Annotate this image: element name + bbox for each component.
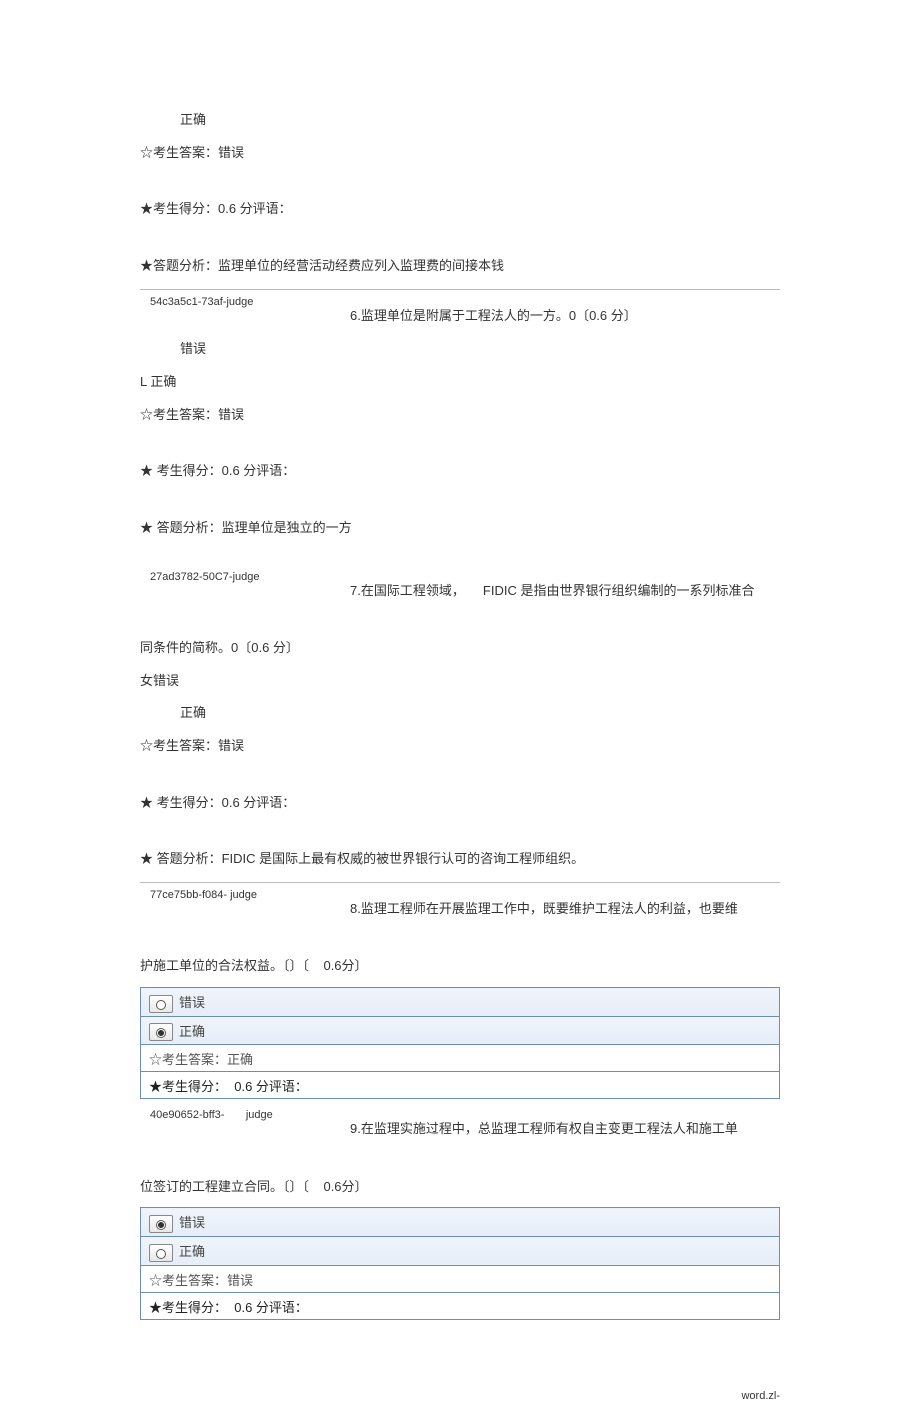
divider bbox=[140, 882, 780, 883]
q8-box: 错误 正确 ☆考生答案：正确 ★考生得分： 0.6 分评语： bbox=[140, 987, 780, 1099]
q9-points: 0.6分〕 bbox=[323, 1179, 367, 1194]
q9-option-correct-row[interactable]: 正确 bbox=[141, 1236, 780, 1265]
q9-option-correct-label: 正确 bbox=[179, 1244, 205, 1259]
q9-code-a: 40e90652-bff3- bbox=[150, 1109, 224, 1121]
q7-score: ★ 考生得分：0.6 分评语： bbox=[140, 791, 780, 816]
q7-student-answer: ☆考生答案：错误 bbox=[140, 734, 780, 759]
document-page: 正确 ☆考生答案：错误 ★考生得分：0.6 分评语： ★答题分析：监理单位的经营… bbox=[0, 0, 920, 1370]
q9-score-row: ★考生得分： 0.6 分评语： bbox=[141, 1292, 780, 1319]
q7-text-b: FIDIC 是指由世界银行组织编制的一系列标准合 bbox=[483, 583, 755, 598]
q8-option-wrong-label: 错误 bbox=[179, 995, 205, 1010]
q7-option-correct: 正确 bbox=[180, 701, 780, 726]
q7-text-a: 7.在国际工程领域， bbox=[350, 583, 465, 598]
divider bbox=[140, 289, 780, 290]
q8-student-answer-row: ☆考生答案：正确 bbox=[141, 1045, 780, 1072]
radio-unselected-icon[interactable] bbox=[149, 995, 173, 1013]
radio-unselected-icon[interactable] bbox=[149, 1244, 173, 1262]
q8-text-line1: 8.监理工程师在开展监理工作中，既要维护工程法人的利益，也要维 bbox=[350, 897, 780, 920]
q7-option-wrong: 女错误 bbox=[140, 669, 780, 694]
q9-text-line2: 位签订的工程建立合同。〔〕〔 0.6分〕 bbox=[140, 1175, 780, 1200]
q9-student-answer-row: ☆考生答案：错误 bbox=[141, 1265, 780, 1292]
q6-analysis: ★ 答题分析：监理单位是独立的一方 bbox=[140, 516, 780, 541]
q8-option-correct-row[interactable]: 正确 bbox=[141, 1016, 780, 1045]
q8-option-wrong-row[interactable]: 错误 bbox=[141, 988, 780, 1017]
q5-analysis: ★答题分析：监理单位的经营活动经费应列入监理费的间接本钱 bbox=[140, 254, 780, 279]
radio-selected-icon[interactable] bbox=[149, 1023, 173, 1041]
q6-score: ★ 考生得分：0.6 分评语： bbox=[140, 459, 780, 484]
q8-points: 0.6分〕 bbox=[323, 958, 367, 973]
q6-student-answer: ☆考生答案：错误 bbox=[140, 403, 780, 428]
q5-student-answer: ☆考生答案：错误 bbox=[140, 141, 780, 166]
q9-score-b: 0.6 分评语： bbox=[234, 1300, 308, 1315]
q7-text-line2: 同条件的简称。0〔0.6 分〕 bbox=[140, 636, 780, 661]
q9-student-answer: ☆考生答案：错误 bbox=[149, 1273, 253, 1288]
q6-text: 6.监理单位是附属于工程法人的一方。0〔0.6 分〕 bbox=[350, 304, 780, 327]
q6-option-correct: L 正确 bbox=[140, 370, 780, 395]
q5-option-correct: 正确 bbox=[180, 108, 780, 133]
q9-text-line1: 9.在监理实施过程中，总监理工程师有权自主变更工程法人和施工单 bbox=[350, 1117, 780, 1140]
q8-text-b: 护施工单位的合法权益。〔〕〔 bbox=[140, 958, 309, 973]
q8-score-b: 0.6 分评语： bbox=[234, 1079, 308, 1094]
q7-text-line1: 7.在国际工程领域， FIDIC 是指由世界银行组织编制的一系列标准合 bbox=[350, 579, 780, 602]
page-footer: word.zl- bbox=[0, 1390, 920, 1402]
q8-score-a: ★考生得分： bbox=[149, 1079, 227, 1094]
q6-option-wrong: 错误 bbox=[180, 337, 780, 362]
q9-option-wrong-label: 错误 bbox=[179, 1215, 205, 1230]
q7-analysis: ★ 答题分析：FIDIC 是国际上最有权威的被世界银行认可的咨询工程师组织。 bbox=[140, 847, 780, 872]
q9-code-b: judge bbox=[246, 1109, 273, 1121]
q8-text-line2: 护施工单位的合法权益。〔〕〔 0.6分〕 bbox=[140, 954, 780, 979]
radio-selected-icon[interactable] bbox=[149, 1215, 173, 1233]
q9-option-wrong-row[interactable]: 错误 bbox=[141, 1208, 780, 1237]
q8-score-row: ★考生得分： 0.6 分评语： bbox=[141, 1072, 780, 1099]
q8-student-answer: ☆考生答案：正确 bbox=[149, 1052, 253, 1067]
q9-score-a: ★考生得分： bbox=[149, 1300, 227, 1315]
q5-score: ★考生得分：0.6 分评语： bbox=[140, 197, 780, 222]
q9-text-b: 位签订的工程建立合同。〔〕〔 bbox=[140, 1179, 309, 1194]
q8-option-correct-label: 正确 bbox=[179, 1024, 205, 1039]
